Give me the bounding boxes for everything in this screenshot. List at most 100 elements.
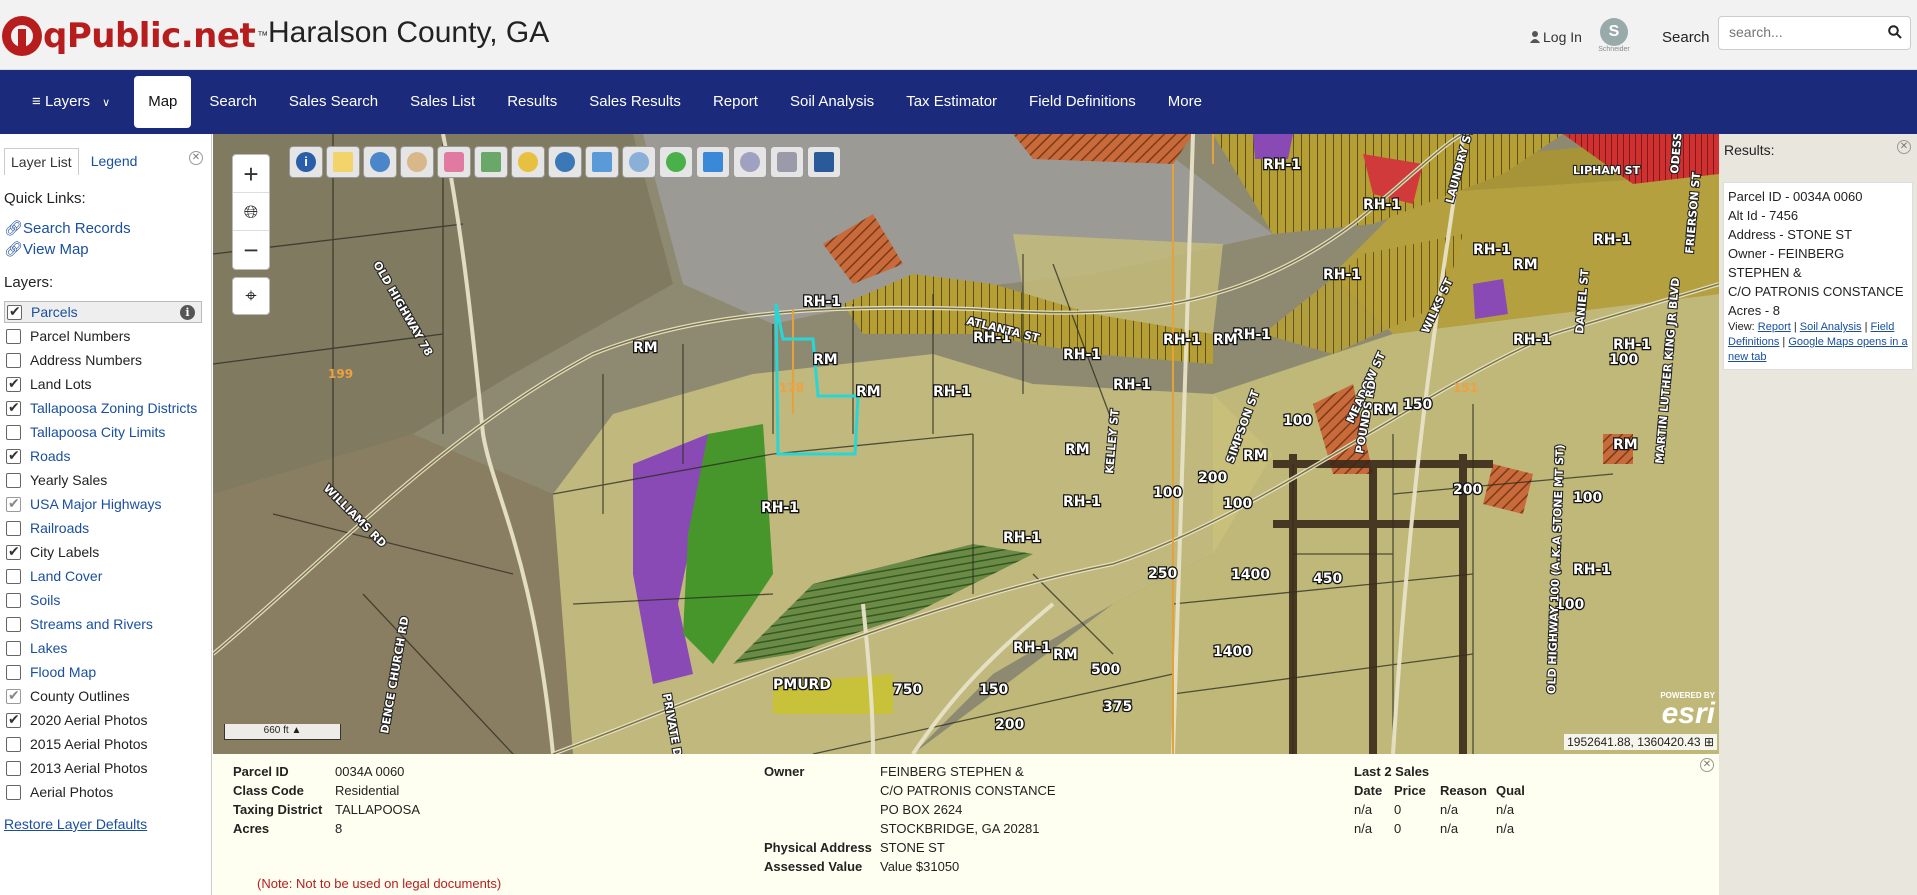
layer-checkbox[interactable] <box>6 736 21 752</box>
layer-checkbox[interactable] <box>6 399 21 416</box>
nav-map[interactable]: Map <box>134 76 192 128</box>
globe-icon[interactable]: 🌐︎ <box>233 193 269 231</box>
tab-legend[interactable]: Legend <box>78 148 144 175</box>
schneider-logo: S Schneider <box>1592 18 1636 54</box>
tab-layer-list[interactable]: Layer List <box>4 148 79 175</box>
layer-item[interactable]: County Outlines <box>6 685 130 707</box>
nav-search[interactable]: Search <box>193 76 273 128</box>
layer-info-icon[interactable]: i <box>180 305 195 320</box>
layer-item[interactable]: Land Lots <box>6 373 92 395</box>
layer-item[interactable]: Streams and Rivers <box>6 613 153 635</box>
layer-checkbox[interactable] <box>6 447 21 464</box>
layer-checkbox[interactable] <box>6 592 21 608</box>
search-input[interactable] <box>1719 17 1879 47</box>
layer-checkbox[interactable] <box>6 352 21 368</box>
layer-item[interactable]: City Labels <box>6 541 99 563</box>
layer-checkbox[interactable] <box>6 495 21 512</box>
close-info-icon[interactable]: ✕ <box>1700 758 1714 772</box>
pin-tool[interactable] <box>511 146 545 178</box>
layer-checkbox[interactable] <box>6 568 21 584</box>
draw-tool[interactable] <box>659 146 693 178</box>
soil-analysis-link[interactable]: Soil Analysis <box>1800 321 1862 333</box>
layer-checkbox[interactable] <box>6 640 21 656</box>
zoning-label: RH-1 <box>1513 332 1551 348</box>
result-card[interactable]: Parcel ID - 0034A 0060 Alt Id - 7456 Add… <box>1723 182 1913 370</box>
layer-item[interactable]: Aerial Photos <box>6 781 113 803</box>
layer-item[interactable]: Soils <box>6 589 60 611</box>
layer-checkbox[interactable] <box>6 711 21 728</box>
logo-trademark: ™ <box>257 30 269 42</box>
save-tool[interactable] <box>807 146 841 178</box>
layer-item[interactable]: Tallapoosa City Limits <box>6 421 165 443</box>
layer-checkbox[interactable] <box>6 328 21 344</box>
layer-item[interactable]: Yearly Sales <box>6 469 107 491</box>
close-results-icon[interactable]: ✕ <box>1897 140 1911 154</box>
nav-sales-search[interactable]: Sales Search <box>273 76 394 128</box>
layer-item[interactable]: Flood Map <box>6 661 96 683</box>
nav-sales-list[interactable]: Sales List <box>394 76 491 128</box>
search-tool[interactable] <box>622 146 656 178</box>
layer-item[interactable]: USA Major Highways <box>6 493 162 515</box>
layer-checkbox[interactable] <box>6 520 21 536</box>
layer-item[interactable]: Parcels i <box>4 301 202 323</box>
layer-checkbox[interactable] <box>6 760 21 776</box>
pan-tool[interactable] <box>400 146 434 178</box>
layer-checkbox[interactable] <box>6 424 21 440</box>
grid-tool[interactable] <box>474 146 508 178</box>
expand-icon[interactable]: ⊞ <box>1704 735 1714 749</box>
zoning-label: RH-1 <box>1263 157 1301 173</box>
map-view[interactable]: 178 199 151 RH-1 RH-1 RH-1 RH-1 RH-1 RH-… <box>213 134 1719 754</box>
layer-item[interactable]: Lakes <box>6 637 67 659</box>
layer-checkbox[interactable] <box>7 303 22 320</box>
layer-checkbox[interactable] <box>6 784 21 800</box>
layer-item[interactable]: Tallapoosa Zoning Districts <box>6 397 197 419</box>
layer-item[interactable]: Land Cover <box>6 565 102 587</box>
identify-tool[interactable]: i <box>289 146 323 178</box>
nav-soil-analysis[interactable]: Soil Analysis <box>774 76 890 128</box>
zoning-label: RM <box>1053 647 1078 663</box>
nav-tax-estimator[interactable]: Tax Estimator <box>890 76 1013 128</box>
layer-item[interactable]: 2015 Aerial Photos <box>6 733 148 755</box>
login-link[interactable]: Log In <box>1530 29 1582 45</box>
qpublic-logo[interactable]: qPublic.net ™ <box>0 14 268 58</box>
restore-layer-defaults-link[interactable]: Restore Layer Defaults <box>4 816 147 832</box>
layer-item[interactable]: 2013 Aerial Photos <box>6 757 148 779</box>
search-label: Search <box>1662 29 1710 46</box>
layer-checkbox[interactable] <box>6 375 21 392</box>
layer-item[interactable]: Parcel Numbers <box>6 325 130 347</box>
nav-sales-results[interactable]: Sales Results <box>573 76 697 128</box>
search-icon[interactable] <box>1888 25 1902 39</box>
nav-report[interactable]: Report <box>697 76 774 128</box>
report-link[interactable]: Report <box>1758 321 1791 333</box>
map-canvas[interactable]: 178 199 151 RH-1 RH-1 RH-1 RH-1 RH-1 RH-… <box>213 134 1719 754</box>
magnifier-icon <box>629 152 649 172</box>
measure-tool[interactable] <box>585 146 619 178</box>
view-map-link[interactable]: 🔗︎View Map <box>4 240 89 258</box>
eraser-tool[interactable] <box>437 146 471 178</box>
close-icon[interactable]: ✕ <box>189 151 203 165</box>
print-tool[interactable] <box>770 146 804 178</box>
zoom-in-button[interactable]: + <box>233 155 269 193</box>
nav-layers-dropdown[interactable]: ≡ Layers ∨ <box>0 76 132 128</box>
layer-item[interactable]: Address Numbers <box>6 349 142 371</box>
zoom-select-tool[interactable] <box>363 146 397 178</box>
layers-tool[interactable] <box>548 146 582 178</box>
nav-results[interactable]: Results <box>491 76 573 128</box>
layer-item[interactable]: Railroads <box>6 517 89 539</box>
nav-field-definitions[interactable]: Field Definitions <box>1013 76 1152 128</box>
select-tool[interactable] <box>326 146 360 178</box>
layer-checkbox[interactable] <box>6 472 21 488</box>
layer-item[interactable]: 2020 Aerial Photos <box>6 709 148 731</box>
full-extent-tool[interactable] <box>696 146 730 178</box>
nav-more[interactable]: More <box>1152 76 1218 128</box>
layer-checkbox[interactable] <box>6 543 21 560</box>
layer-checkbox[interactable] <box>6 616 21 632</box>
search-records-link[interactable]: 🔗︎Search Records <box>4 219 131 237</box>
header: qPublic.net ™ Haralson County, GA Log In… <box>0 0 1917 70</box>
layer-checkbox[interactable] <box>6 664 21 680</box>
zoom-out-button[interactable]: − <box>233 231 269 269</box>
layer-checkbox[interactable] <box>6 687 21 704</box>
buffer-tool[interactable] <box>733 146 767 178</box>
locate-button[interactable]: ⌖ <box>232 277 270 315</box>
layer-item[interactable]: Roads <box>6 445 70 467</box>
